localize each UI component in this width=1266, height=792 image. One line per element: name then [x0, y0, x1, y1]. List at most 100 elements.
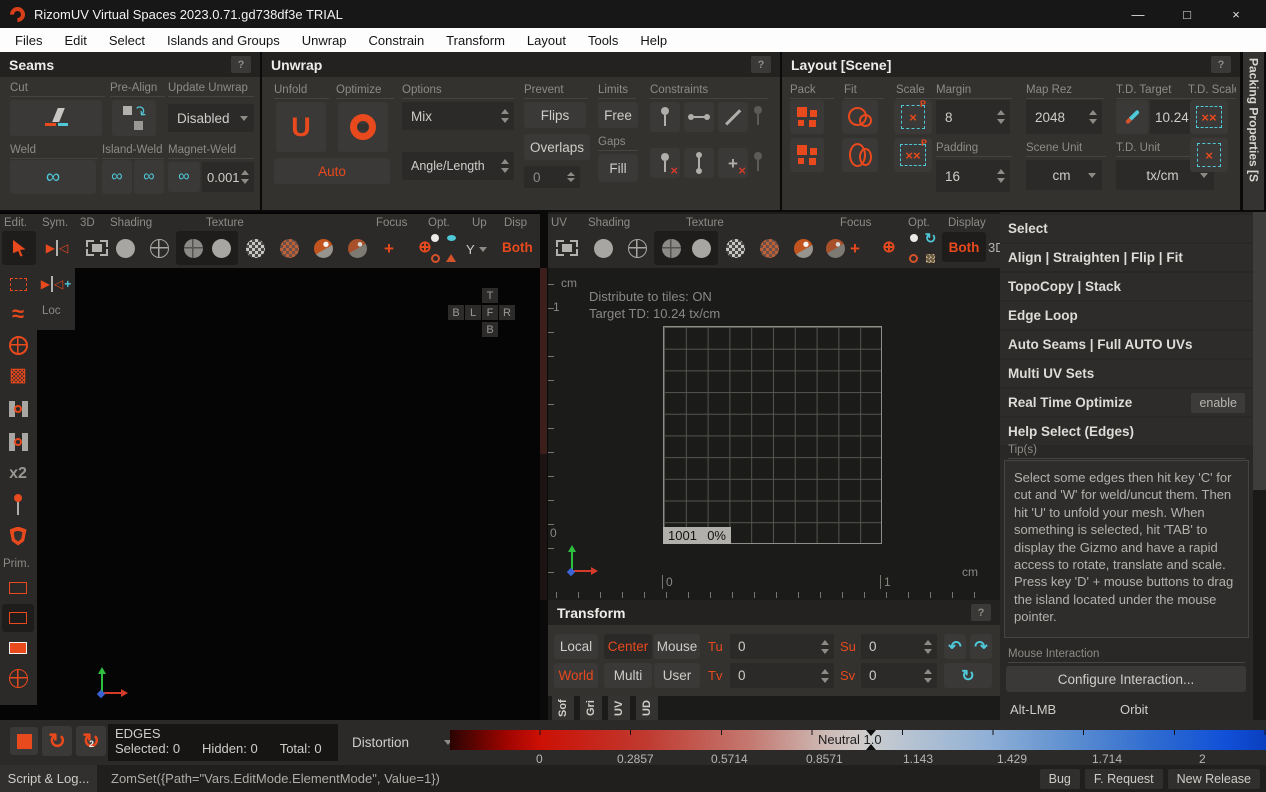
uv-options-cluster[interactable]: ↻	[906, 229, 938, 267]
sv-field[interactable]: 0	[861, 663, 937, 688]
menu-tools[interactable]: Tools	[577, 33, 629, 48]
padding-spinner[interactable]: 16	[936, 160, 1010, 192]
configure-interaction-button[interactable]: Configure Interaction...	[1006, 666, 1246, 692]
sidebar-item-align[interactable]: Align | Straighten | Flip | Fit	[1000, 244, 1253, 271]
texture-none-button[interactable]	[204, 231, 238, 265]
minimize-button[interactable]: —	[1118, 7, 1158, 22]
deform-brush-button[interactable]: ≈	[2, 300, 34, 328]
gaps-fill-button[interactable]: Fill	[598, 154, 638, 182]
prim-rect-button[interactable]	[2, 574, 34, 602]
sidebar-item-topocopy[interactable]: TopoCopy | Stack	[1000, 273, 1253, 300]
menu-select[interactable]: Select	[98, 33, 156, 48]
shading-solid-button[interactable]	[108, 231, 142, 265]
marquee-select-button[interactable]	[2, 270, 34, 298]
uv-shading-wire-button[interactable]	[620, 231, 654, 265]
sceneunit-dropdown[interactable]: cm	[1026, 160, 1102, 190]
tdtarget-picker-button[interactable]	[1116, 100, 1148, 134]
texture-image-shaded-button[interactable]	[340, 231, 374, 265]
tab-ud[interactable]: UD	[636, 696, 658, 721]
menu-layout[interactable]: Layout	[516, 33, 577, 48]
script-log-button[interactable]: Script & Log...	[0, 765, 97, 792]
viewcube-left[interactable]: L	[465, 305, 481, 320]
texture-image-button[interactable]	[306, 231, 340, 265]
distortion-gradient[interactable]: Neutral 1.0	[450, 730, 1266, 750]
prim-rect-filled-button[interactable]	[2, 634, 34, 662]
prim-sphere-button[interactable]	[2, 664, 34, 692]
sidebar-item-edge-loop[interactable]: Edge Loop	[1000, 302, 1253, 329]
pivot-center-button[interactable]: Center	[604, 634, 652, 659]
uv-tile-grid[interactable]	[663, 326, 882, 544]
redo-button[interactable]: ↷	[970, 634, 992, 659]
constraint-remove-pin-button[interactable]: ×	[650, 148, 680, 178]
tv-field[interactable]: 0	[730, 663, 834, 688]
unfold-button[interactable]: U	[276, 102, 326, 152]
enable-button[interactable]: enable	[1191, 393, 1245, 413]
bug-button[interactable]: Bug	[1040, 769, 1080, 789]
menu-constrain[interactable]: Constrain	[358, 33, 436, 48]
uv-display-both-button[interactable]: Both	[942, 232, 986, 262]
menu-transform[interactable]: Transform	[435, 33, 516, 48]
focus-selection-button[interactable]: +	[372, 231, 406, 265]
neutral-marker-top[interactable]	[866, 730, 876, 736]
prevent-value-spinner[interactable]: 0	[524, 166, 580, 188]
sidebar-item-select[interactable]: Select	[1000, 215, 1253, 242]
viewcube-bottom[interactable]: B	[482, 322, 498, 337]
uv-texture-checker-shaded-button[interactable]	[752, 231, 786, 265]
packing-properties-tab[interactable]: Packing Properties [S	[1243, 52, 1264, 210]
pivot-multi-button[interactable]: Multi	[604, 663, 652, 688]
clamp-u-button[interactable]	[2, 394, 34, 424]
transform-help-button[interactable]: ?	[971, 604, 991, 621]
texture-checker-button[interactable]	[238, 231, 272, 265]
viewport-options-cluster[interactable]	[428, 229, 458, 267]
close-button[interactable]: ×	[1216, 7, 1256, 22]
uv-focus-all-button[interactable]: ⊕	[872, 231, 906, 265]
unwrap-help-button[interactable]: ?	[751, 56, 771, 73]
layout-help-button[interactable]: ?	[1211, 56, 1231, 73]
tab-soft[interactable]: Sof	[552, 696, 574, 721]
menu-files[interactable]: Files	[4, 33, 53, 48]
menu-help[interactable]: Help	[629, 33, 678, 48]
sphere-mesh-button[interactable]	[2, 331, 34, 359]
options-mode-spinner[interactable]: Mix	[402, 102, 514, 130]
sidebar-item-auto-seams[interactable]: Auto Seams | Full AUTO UVs	[1000, 331, 1253, 358]
su-field[interactable]: 0	[861, 634, 937, 659]
constraint-vertical-button[interactable]	[684, 148, 714, 178]
symmetry-button[interactable]: ▶◁	[40, 231, 74, 265]
constraint-pin-button[interactable]	[650, 102, 680, 132]
sidebar-item-help-select[interactable]: Help Select (Edges)	[1000, 418, 1253, 445]
prevent-flips-button[interactable]: Flips	[524, 102, 586, 128]
menu-unwrap[interactable]: Unwrap	[291, 33, 358, 48]
margin-spinner[interactable]: 8	[936, 100, 1010, 134]
sidebar-item-realtime-optimize[interactable]: Real Time Optimize enable	[1000, 389, 1253, 416]
menu-edit[interactable]: Edit	[53, 33, 97, 48]
viewcube-right[interactable]: R	[499, 305, 515, 320]
prealign-button[interactable]: ↷	[112, 100, 156, 136]
update-unwrap-dropdown[interactable]: Disabled	[168, 104, 254, 132]
uv-shading-wireshaded-button[interactable]	[654, 231, 688, 265]
frame-all-uv-button[interactable]	[548, 231, 586, 265]
clamp-o-button[interactable]	[2, 427, 34, 457]
seams-help-button[interactable]: ?	[231, 56, 251, 73]
space-world-button[interactable]: World	[554, 663, 598, 688]
tdscale-button[interactable]: ×	[1190, 138, 1228, 172]
magnet-weld-arrows[interactable]	[241, 170, 249, 184]
uv-focus-selection-button[interactable]: +	[838, 231, 872, 265]
fit-selected-button[interactable]	[842, 138, 878, 172]
pivot-user-button[interactable]: User	[654, 663, 700, 688]
uv-vertical-scrollbar-thumb[interactable]	[540, 268, 547, 454]
fit-button[interactable]	[842, 100, 878, 134]
constraint-remove-cross-button[interactable]: +×	[718, 148, 748, 178]
symmetry-local-button[interactable]: ▶◁+	[39, 270, 73, 298]
sidebar-scrollbar[interactable]	[1253, 212, 1266, 765]
cut-button[interactable]	[10, 100, 102, 136]
sidebar-item-multi-uv[interactable]: Multi UV Sets	[1000, 360, 1253, 387]
uv-texture-none-button[interactable]	[684, 231, 718, 265]
distortion-dropdown[interactable]: Distortion	[352, 730, 452, 754]
constraint-horizontal-button[interactable]	[684, 102, 714, 132]
maprez-spinner[interactable]: 2048	[1026, 100, 1102, 134]
weld-button[interactable]: ∞	[10, 160, 96, 194]
pivot-mouse-button[interactable]: Mouse	[654, 634, 700, 659]
element-mode-button[interactable]	[10, 727, 38, 755]
tab-grid[interactable]: Gri	[580, 696, 602, 721]
undo-button[interactable]: ↶	[944, 634, 966, 659]
